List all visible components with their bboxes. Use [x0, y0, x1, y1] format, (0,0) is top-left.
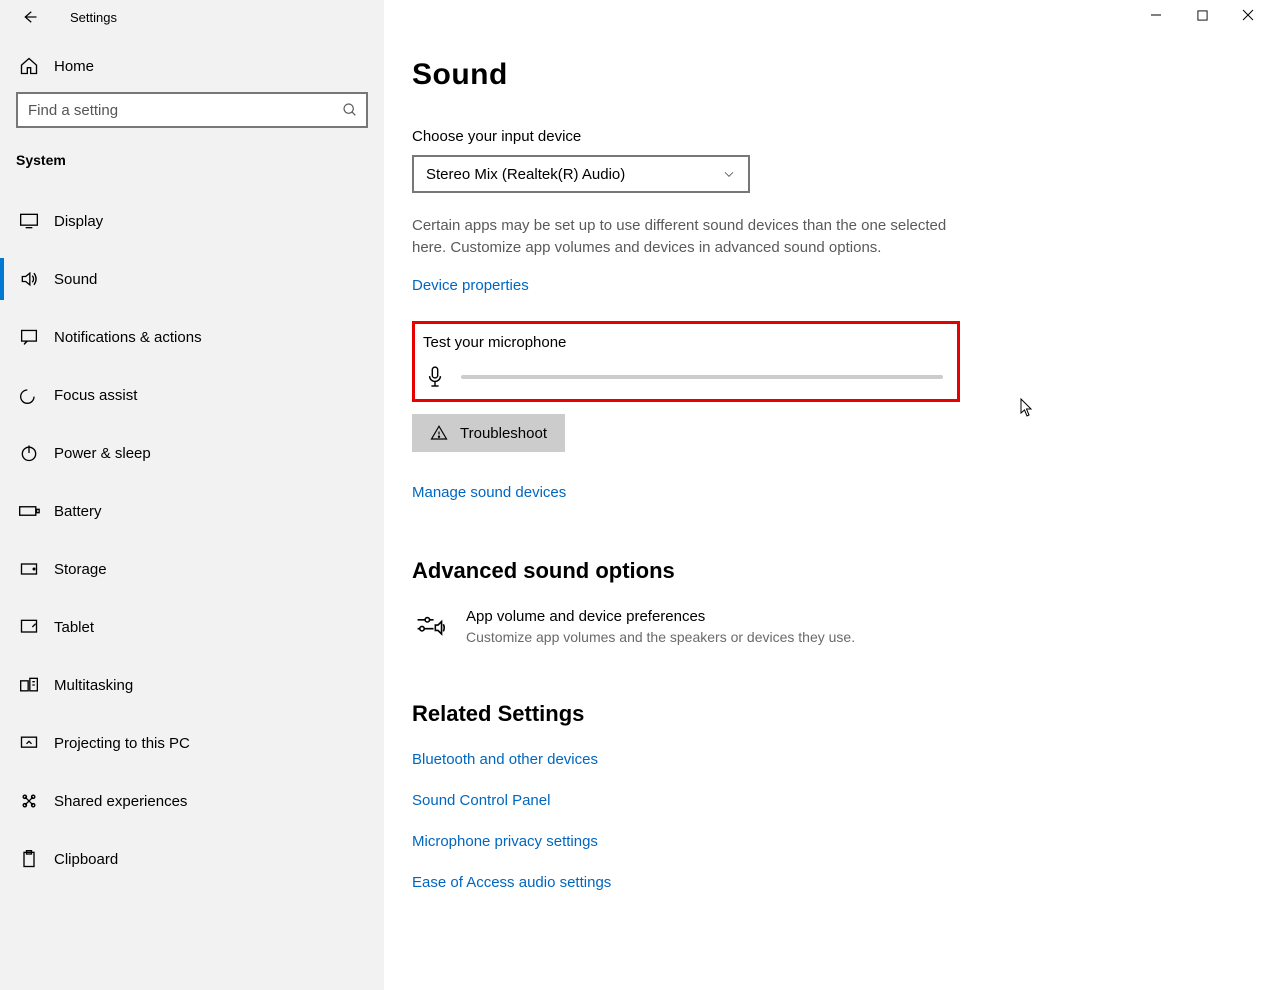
sidebar-item-label: Display: [54, 213, 103, 230]
input-device-desc: Certain apps may be set up to use differ…: [412, 215, 952, 259]
clipboard-icon: [18, 848, 40, 870]
sidebar-item-tablet[interactable]: Tablet: [0, 598, 384, 656]
sidebar-item-power[interactable]: Power & sleep: [0, 424, 384, 482]
troubleshoot-button[interactable]: Troubleshoot: [412, 414, 565, 452]
projecting-icon: [18, 732, 40, 754]
titlebar: Settings: [0, 0, 384, 38]
sidebar-item-label: Tablet: [54, 619, 94, 636]
search-input[interactable]: [16, 92, 368, 128]
sound-icon: [18, 268, 40, 290]
pref-title: App volume and device preferences: [466, 608, 855, 625]
sidebar-item-label: Focus assist: [54, 387, 137, 404]
microphone-level-bar: [461, 375, 943, 379]
search-icon: [342, 102, 358, 118]
maximize-button[interactable]: [1179, 0, 1225, 30]
sidebar-item-display[interactable]: Display: [0, 192, 384, 250]
page-title: Sound: [412, 58, 1231, 92]
advanced-heading: Advanced sound options: [412, 558, 1231, 584]
related-links: Bluetooth and other devices Sound Contro…: [412, 751, 1231, 891]
sidebar-item-label: Sound: [54, 271, 97, 288]
pref-desc: Customize app volumes and the speakers o…: [466, 629, 855, 645]
warning-icon: [430, 424, 448, 442]
input-device-label: Choose your input device: [412, 128, 1231, 145]
main: Sound Choose your input device Stereo Mi…: [384, 0, 1271, 990]
back-button[interactable]: [18, 6, 40, 28]
notifications-icon: [18, 326, 40, 348]
minimize-button[interactable]: [1133, 0, 1179, 30]
minimize-icon: [1150, 9, 1162, 21]
sidebar-item-label: Projecting to this PC: [54, 735, 190, 752]
window-title: Settings: [70, 10, 117, 25]
related-link-control-panel[interactable]: Sound Control Panel: [412, 792, 1231, 809]
sidebar-item-clipboard[interactable]: Clipboard: [0, 830, 384, 888]
sidebar-item-storage[interactable]: Storage: [0, 540, 384, 598]
device-properties-link[interactable]: Device properties: [412, 277, 529, 294]
storage-icon: [18, 558, 40, 580]
nav-home[interactable]: Home: [0, 38, 384, 92]
sidebar-item-multitasking[interactable]: Multitasking: [0, 656, 384, 714]
tablet-icon: [18, 616, 40, 638]
sidebar-item-projecting[interactable]: Projecting to this PC: [0, 714, 384, 772]
display-icon: [18, 210, 40, 232]
nav-items: Display Sound Notifications & actions Fo…: [0, 192, 384, 888]
shared-icon: [18, 790, 40, 812]
sidebar: Settings Home System Display Sound Notif…: [0, 0, 384, 990]
sidebar-item-label: Shared experiences: [54, 793, 187, 810]
close-button[interactable]: [1225, 0, 1271, 30]
sidebar-item-label: Clipboard: [54, 851, 118, 868]
sidebar-item-focus-assist[interactable]: Focus assist: [0, 366, 384, 424]
related-link-mic-privacy[interactable]: Microphone privacy settings: [412, 833, 1231, 850]
microphone-icon: [423, 365, 447, 389]
nav-home-label: Home: [54, 58, 94, 75]
test-microphone-label: Test your microphone: [423, 334, 943, 351]
home-icon: [18, 56, 40, 76]
power-icon: [18, 442, 40, 464]
related-heading: Related Settings: [412, 701, 1231, 727]
close-icon: [1242, 9, 1254, 21]
app-volume-preferences[interactable]: App volume and device preferences Custom…: [412, 608, 1231, 645]
input-device-select[interactable]: Stereo Mix (Realtek(R) Audio): [412, 155, 750, 193]
chevron-down-icon: [722, 167, 736, 181]
related-link-bluetooth[interactable]: Bluetooth and other devices: [412, 751, 1231, 768]
search-wrap: [0, 92, 384, 146]
related-link-ease-of-access[interactable]: Ease of Access audio settings: [412, 874, 1231, 891]
sidebar-item-sound[interactable]: Sound: [0, 250, 384, 308]
sidebar-item-label: Multitasking: [54, 677, 133, 694]
sidebar-item-shared[interactable]: Shared experiences: [0, 772, 384, 830]
multitasking-icon: [18, 674, 40, 696]
battery-icon: [18, 500, 40, 522]
sidebar-item-label: Notifications & actions: [54, 329, 202, 346]
window-controls: [1133, 0, 1271, 30]
sidebar-item-label: Storage: [54, 561, 107, 578]
manage-sound-devices-link[interactable]: Manage sound devices: [412, 484, 566, 501]
maximize-icon: [1197, 10, 1208, 21]
sliders-icon: [412, 608, 448, 644]
content: Sound Choose your input device Stereo Mi…: [384, 0, 1271, 931]
sidebar-group-label: System: [0, 146, 384, 178]
sidebar-item-label: Power & sleep: [54, 445, 151, 462]
sidebar-item-battery[interactable]: Battery: [0, 482, 384, 540]
arrow-left-icon: [20, 8, 38, 26]
troubleshoot-label: Troubleshoot: [460, 425, 547, 442]
test-microphone-section: Test your microphone: [412, 321, 960, 402]
focus-assist-icon: [18, 384, 40, 406]
sidebar-item-label: Battery: [54, 503, 102, 520]
input-device-selected: Stereo Mix (Realtek(R) Audio): [426, 166, 625, 183]
sidebar-item-notifications[interactable]: Notifications & actions: [0, 308, 384, 366]
